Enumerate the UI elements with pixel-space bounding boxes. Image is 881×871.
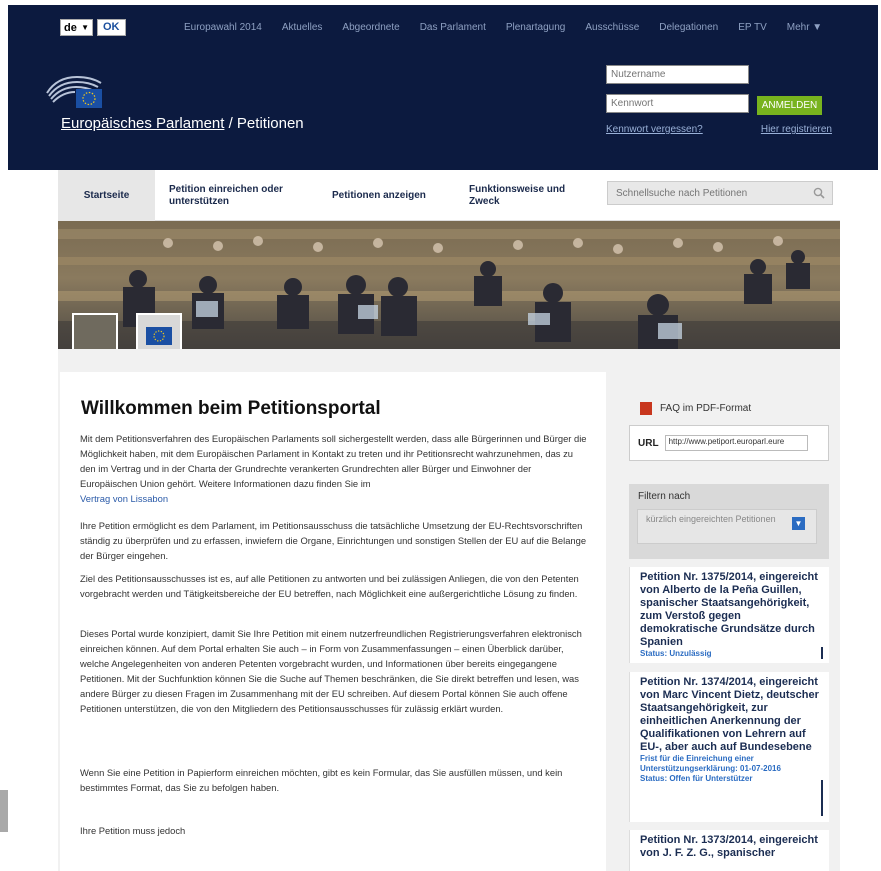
topnav-delegationen[interactable]: Delegationen bbox=[659, 22, 718, 33]
pdf-icon bbox=[640, 402, 652, 415]
forgot-password-link[interactable]: Kennwort vergessen? bbox=[606, 124, 703, 135]
url-box: URL http://www.petiport.europarl.eure bbox=[629, 425, 829, 461]
main-navigation: Startseite Petition einreichen oder unte… bbox=[58, 170, 840, 221]
topnav-plenartagung[interactable]: Plenartagung bbox=[506, 22, 566, 33]
lisbon-treaty-link[interactable]: Vertrag von Lissabon bbox=[80, 493, 168, 504]
login-form: ANMELDEN Kennwort vergessen? Hier regist… bbox=[606, 65, 832, 135]
url-field[interactable]: http://www.petiport.europarl.eure bbox=[664, 435, 808, 451]
petition-item[interactable]: Petition Nr. 1374/2014, eingereicht von … bbox=[629, 672, 829, 822]
main-content: Willkommen beim Petitionsportal Mit dem … bbox=[60, 372, 606, 871]
top-navigation: Europawahl 2014 Aktuelles Abgeordnete Da… bbox=[184, 22, 822, 33]
petition-item[interactable]: Petition Nr. 1375/2014, eingereicht von … bbox=[629, 567, 829, 663]
site-header: de ▼ OK Europawahl 2014 Aktuelles Abgeord… bbox=[8, 5, 878, 170]
site-title-section: / Petitionen bbox=[224, 115, 304, 132]
language-selector: de ▼ OK bbox=[60, 19, 126, 36]
search-input[interactable] bbox=[607, 181, 833, 205]
language-value: de bbox=[64, 21, 77, 34]
login-links: Kennwort vergessen? Hier registrieren bbox=[606, 124, 832, 135]
petition-title[interactable]: Petition Nr. 1375/2014, eingereicht von … bbox=[630, 567, 829, 649]
nav-funktionsweise[interactable]: Funktionsweise und Zweck bbox=[469, 170, 589, 221]
faq-link[interactable]: FAQ im PDF-Format bbox=[640, 402, 751, 415]
petition-status: Status: Offen für Unterstützer bbox=[640, 774, 753, 783]
paragraph-6: Ihre Petition muss jedoch bbox=[80, 825, 186, 836]
eu-flag-icon bbox=[146, 326, 172, 345]
topnav-europawahl[interactable]: Europawahl 2014 bbox=[184, 22, 262, 33]
parliament-logo-icon[interactable] bbox=[43, 71, 107, 111]
petition-deadline: Frist für die Einreichung einer Unterstü… bbox=[640, 754, 781, 773]
sidebar: FAQ im PDF-Format URL http://www.petipor… bbox=[620, 372, 840, 871]
topnav-ausschuesse[interactable]: Ausschüsse bbox=[585, 22, 639, 33]
petition-title[interactable]: Petition Nr. 1373/2014, eingereicht von … bbox=[630, 830, 829, 860]
filter-panel: Filtern nach kürzlich eingereichten Peti… bbox=[629, 484, 829, 559]
chevron-down-icon: ▼ bbox=[81, 23, 89, 32]
intro-paragraph: Mit dem Petitionsverfahren des Europäisc… bbox=[80, 431, 590, 506]
nav-petitionen-anzeigen[interactable]: Petitionen anzeigen bbox=[332, 170, 452, 221]
nav-petition-einreichen[interactable]: Petition einreichen oder unterstützen bbox=[169, 170, 309, 221]
petition-title[interactable]: Petition Nr. 1374/2014, eingereicht von … bbox=[630, 672, 829, 754]
topnav-abgeordnete[interactable]: Abgeordnete bbox=[342, 22, 399, 33]
language-select[interactable]: de ▼ bbox=[60, 19, 93, 36]
topnav-mehr[interactable]: Mehr ▼ bbox=[787, 22, 822, 33]
topnav-aktuelles[interactable]: Aktuelles bbox=[282, 22, 323, 33]
filter-label: Filtern nach bbox=[638, 491, 691, 502]
username-input[interactable] bbox=[606, 65, 749, 84]
scroll-marker bbox=[821, 780, 823, 816]
petition-status: Status: Unzulässig bbox=[640, 649, 712, 658]
register-link[interactable]: Hier registrieren bbox=[761, 124, 832, 135]
login-button[interactable]: ANMELDEN bbox=[757, 96, 822, 115]
topnav-eptv[interactable]: EP TV bbox=[738, 22, 767, 33]
petition-item[interactable]: Petition Nr. 1373/2014, eingereicht von … bbox=[629, 830, 829, 871]
site-title: Europäisches Parlament / Petitionen bbox=[61, 115, 304, 132]
intro-text: Mit dem Petitionsverfahren des Europäisc… bbox=[80, 433, 587, 489]
url-label: URL bbox=[638, 437, 659, 449]
password-input[interactable] bbox=[606, 94, 749, 113]
nav-startseite[interactable]: Startseite bbox=[58, 170, 155, 221]
paragraph-2: Ihre Petition ermöglicht es dem Parlamen… bbox=[80, 520, 587, 561]
chevron-down-icon[interactable]: ▼ bbox=[792, 517, 805, 530]
paragraph-5: Wenn Sie eine Petition in Papierform ein… bbox=[80, 767, 563, 793]
language-ok-button[interactable]: OK bbox=[97, 19, 126, 36]
paragraph-4: Dieses Portal wurde konzipiert, damit Si… bbox=[80, 628, 582, 714]
topnav-parlament[interactable]: Das Parlament bbox=[420, 22, 486, 33]
page-title: Willkommen beim Petitionsportal bbox=[81, 398, 381, 419]
site-title-link[interactable]: Europäisches Parlament bbox=[61, 115, 224, 132]
scroll-marker bbox=[821, 647, 823, 659]
search-icon[interactable] bbox=[813, 187, 825, 199]
filter-select-value: kürzlich eingereichten Petitionen bbox=[646, 514, 776, 524]
left-edge-strip bbox=[0, 790, 8, 832]
filter-select[interactable]: kürzlich eingereichten Petitionen bbox=[637, 509, 817, 544]
paragraph-3: Ziel des Petitionsausschusses ist es, au… bbox=[80, 573, 579, 599]
faq-label: FAQ im PDF-Format bbox=[660, 403, 752, 414]
